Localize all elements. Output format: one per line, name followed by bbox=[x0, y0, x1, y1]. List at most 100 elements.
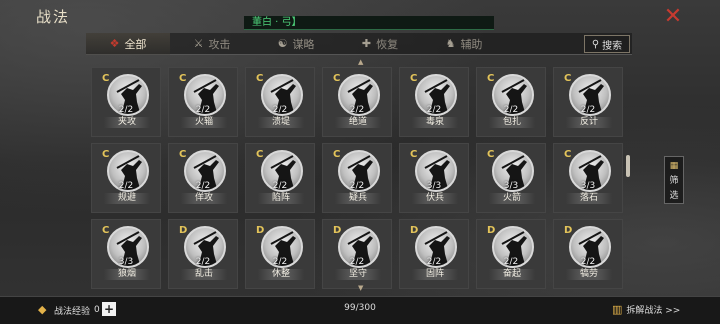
skill-card[interactable]: C 2/2 规避 bbox=[91, 143, 161, 213]
skill-name: 规避 bbox=[104, 193, 150, 204]
tab-recovery[interactable]: ✚ 恢复 bbox=[338, 33, 422, 55]
skill-name: 夹攻 bbox=[104, 117, 150, 128]
skill-card[interactable]: C 2/2 毒泉 bbox=[399, 67, 469, 137]
skill-level: 2/2 bbox=[272, 257, 288, 267]
skill-card[interactable]: C 2/2 绝道 bbox=[322, 67, 392, 137]
skill-name: 疑兵 bbox=[335, 193, 381, 204]
skill-level: 2/2 bbox=[118, 181, 134, 191]
skill-card[interactable]: D 2/2 乱击 bbox=[168, 219, 238, 289]
all-icon: ❖ bbox=[109, 37, 120, 50]
skill-grade: C bbox=[564, 149, 572, 160]
skill-grade: C bbox=[564, 73, 572, 84]
skill-grade: C bbox=[179, 149, 187, 160]
skill-level: 2/2 bbox=[503, 105, 519, 115]
skill-card[interactable]: C 2/2 夹攻 bbox=[91, 67, 161, 137]
add-exp-button[interactable]: + bbox=[102, 302, 116, 316]
filter-label-1: 筛 bbox=[669, 176, 679, 186]
skill-level: 2/2 bbox=[195, 181, 211, 191]
skill-level: 2/2 bbox=[349, 105, 365, 115]
tab-strategy[interactable]: ☯ 谋略 bbox=[254, 33, 338, 55]
decompose-icon: ▥ bbox=[612, 302, 623, 316]
skill-name: 毒泉 bbox=[412, 117, 458, 128]
tab-label: 全部 bbox=[124, 37, 147, 51]
skill-grade: C bbox=[333, 73, 341, 84]
skill-card[interactable]: C 2/2 溃堤 bbox=[245, 67, 315, 137]
decompose-label: 拆解战法 >> bbox=[626, 305, 681, 316]
skill-name: 奋起 bbox=[489, 269, 535, 280]
skill-card[interactable]: C 2/2 火辎 bbox=[168, 67, 238, 137]
skill-exp: ◆ 战法经验 0 bbox=[38, 302, 100, 318]
skill-card[interactable]: C 2/2 陷阵 bbox=[245, 143, 315, 213]
skill-level: 3/3 bbox=[118, 257, 134, 267]
skill-name: 绝道 bbox=[335, 117, 381, 128]
scroll-up-arrow-icon: ▲ bbox=[358, 58, 364, 66]
skill-name: 犒劳 bbox=[566, 269, 612, 280]
skill-level: 3/3 bbox=[503, 181, 519, 191]
skill-grade: D bbox=[256, 225, 265, 236]
skill-level: 3/3 bbox=[426, 181, 442, 191]
skill-card[interactable]: C 2/2 包扎 bbox=[476, 67, 546, 137]
scroll-down-arrow-icon: ▼ bbox=[358, 284, 364, 292]
skill-grade: C bbox=[102, 149, 110, 160]
skill-level: 2/2 bbox=[426, 105, 442, 115]
skill-level: 3/3 bbox=[580, 181, 596, 191]
skill-grade: C bbox=[256, 73, 264, 84]
tab-support[interactable]: ♞ 辅助 bbox=[422, 33, 506, 55]
skill-level: 2/2 bbox=[195, 105, 211, 115]
tab-label: 谋略 bbox=[292, 37, 315, 51]
filter-icon: ▦ bbox=[669, 161, 679, 171]
skill-grade: D bbox=[333, 225, 342, 236]
skill-name: 火辎 bbox=[181, 117, 227, 128]
tab-label: 恢复 bbox=[376, 37, 399, 51]
skill-card[interactable]: C 3/3 火箭 bbox=[476, 143, 546, 213]
skill-name: 陷阵 bbox=[258, 193, 304, 204]
exp-icon: ◆ bbox=[38, 303, 47, 316]
tab-label: 辅助 bbox=[460, 37, 483, 51]
skill-card[interactable]: D 2/2 坚守 bbox=[322, 219, 392, 289]
skill-card[interactable]: D 2/2 犒劳 bbox=[553, 219, 623, 289]
close-icon[interactable]: ✕ bbox=[662, 6, 684, 28]
skill-name: 坚守 bbox=[335, 269, 381, 280]
search-button[interactable]: ⚲ 搜索 bbox=[584, 35, 630, 53]
skill-grade: D bbox=[179, 225, 188, 236]
decompose-button[interactable]: ▥ 拆解战法 >> bbox=[612, 301, 680, 317]
skill-card[interactable]: C 2/2 疑兵 bbox=[322, 143, 392, 213]
skill-grade: C bbox=[102, 73, 110, 84]
skill-level: 2/2 bbox=[272, 181, 288, 191]
skill-level: 2/2 bbox=[272, 105, 288, 115]
skill-level: 2/2 bbox=[580, 105, 596, 115]
skill-grade: D bbox=[487, 225, 496, 236]
filter-label-2: 选 bbox=[669, 191, 679, 201]
skill-name: 反计 bbox=[566, 117, 612, 128]
skill-name: 溃堤 bbox=[258, 117, 304, 128]
search-label: 搜索 bbox=[602, 40, 623, 52]
skill-grade: C bbox=[410, 73, 418, 84]
skill-grade: C bbox=[179, 73, 187, 84]
skill-card[interactable]: C 3/3 伏兵 bbox=[399, 143, 469, 213]
skill-grade: C bbox=[333, 149, 341, 160]
skill-card[interactable]: C 2/2 反计 bbox=[553, 67, 623, 137]
support-icon: ♞ bbox=[445, 37, 456, 50]
skill-card[interactable]: D 2/2 奋起 bbox=[476, 219, 546, 289]
scrollbar[interactable] bbox=[626, 155, 630, 177]
skill-name: 乱击 bbox=[181, 269, 227, 280]
skill-name: 固阵 bbox=[412, 269, 458, 280]
skill-grade: C bbox=[102, 225, 110, 236]
skill-card[interactable]: D 2/2 休整 bbox=[245, 219, 315, 289]
skill-grade: C bbox=[256, 149, 264, 160]
skill-level: 2/2 bbox=[349, 257, 365, 267]
filter-button[interactable]: ▦ 筛 选 bbox=[664, 156, 684, 204]
skill-name: 伏兵 bbox=[412, 193, 458, 204]
tab-attack[interactable]: ⚔ 攻击 bbox=[170, 33, 254, 55]
tab-label: 攻击 bbox=[208, 37, 231, 51]
skill-card[interactable]: C 3/3 落石 bbox=[553, 143, 623, 213]
tab-all[interactable]: ❖ 全部 bbox=[86, 32, 170, 55]
skill-card[interactable]: C 3/3 狼烟 bbox=[91, 219, 161, 289]
skill-grid: C 2/2 夹攻 C 2/2 火辎 C 2/2 溃堤 C 2/2 绝道 C 2/2 毒泉 C 2/2 包扎 C 2/2… bbox=[91, 67, 625, 289]
skill-card[interactable]: C 2/2 佯攻 bbox=[168, 143, 238, 213]
scroll-icon: ☯ bbox=[277, 37, 288, 50]
skill-card[interactable]: D 2/2 固阵 bbox=[399, 219, 469, 289]
tab-bar: ❖ 全部 ⚔ 攻击 ☯ 谋略 ✚ 恢复 ♞ 辅助 bbox=[86, 32, 632, 55]
skill-level: 2/2 bbox=[349, 181, 365, 191]
heal-icon: ✚ bbox=[361, 37, 372, 50]
